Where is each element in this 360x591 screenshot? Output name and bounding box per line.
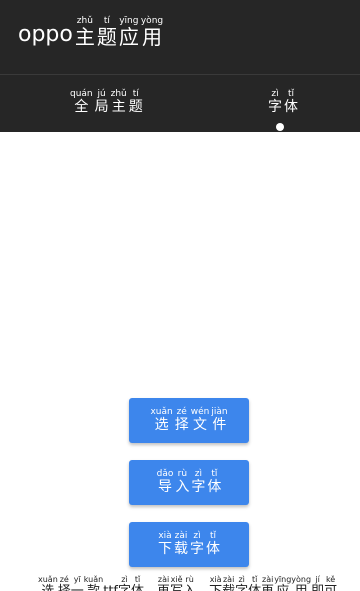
instruction-char: 应yīng xyxy=(274,575,292,591)
instruction-char: 写xiě xyxy=(170,575,184,591)
select-file-button[interactable]: 选xuǎn 择zé 文wén 件jiàn xyxy=(129,398,249,443)
tab-label-char: 局jú xyxy=(94,89,109,115)
tab-label-char: 题tí xyxy=(128,89,143,115)
instruction-char: 可kě xyxy=(324,575,338,591)
selected-tab-indicator xyxy=(276,123,284,131)
instruction-char: 择zé xyxy=(57,575,71,591)
tab-label-char: 体tǐ xyxy=(284,89,298,115)
instruction-char: 款kuǎn xyxy=(83,575,104,591)
button-label-char: 字zì xyxy=(190,531,204,557)
instruction-char: 一yī xyxy=(70,575,84,591)
app-header: oppo 主zhǔ 题tí 应yīng 用yòng xyxy=(0,0,360,74)
button-label-char: 导dǎo xyxy=(156,469,174,495)
instruction-char: 体tǐ xyxy=(131,575,145,591)
app-title-char: 用yòng xyxy=(140,16,164,49)
button-label-char: 文wén xyxy=(190,407,210,433)
button-label-char: 下xià xyxy=(158,531,172,557)
tab-bar: 全quán局jú主zhǔ题tí 字zì体tǐ xyxy=(0,74,360,132)
import-font-button[interactable]: 导dǎo 入rù 字zì 体tǐ xyxy=(129,460,249,505)
instruction-char: ttf xyxy=(103,584,118,591)
instruction-char: 再zài xyxy=(261,575,275,591)
instruction-char: 用yòng xyxy=(291,575,312,591)
instruction-text: 选xuǎn择zé一yī款kuǎnttf字zì体tǐ，再zài写xiě入rù，下x… xyxy=(38,575,360,591)
tab-font[interactable]: 字zì体tǐ xyxy=(267,89,299,116)
instruction-char: ， xyxy=(196,584,209,591)
app-title-char: 应yīng xyxy=(118,16,139,49)
instruction-char: 体tǐ xyxy=(248,575,262,591)
instruction-char: 即jí xyxy=(311,575,325,591)
button-label-char: 择zé xyxy=(174,407,189,433)
tab-global-theme[interactable]: 全quán局jú主zhǔ题tí xyxy=(69,89,144,116)
instruction-char: 字zì xyxy=(235,575,249,591)
tab-label-char: 全quán xyxy=(70,89,93,115)
instruction-char: 下xià xyxy=(209,575,223,591)
instruction-char: 再zài xyxy=(157,575,171,591)
button-label-char: 入rù xyxy=(175,469,190,495)
button-label-char: 体tǐ xyxy=(207,469,222,495)
button-label-char: 载zài xyxy=(174,531,188,557)
instruction-char: 选xuǎn xyxy=(38,575,58,591)
app-title-char: 主zhǔ xyxy=(74,16,95,49)
button-label-char: 件jiàn xyxy=(211,407,228,433)
button-label-char: 字zì xyxy=(191,469,206,495)
instruction-char: 入rù xyxy=(183,575,197,591)
download-font-button[interactable]: 下xià 载zài 字zì 体tǐ xyxy=(129,522,249,567)
instruction-char: 载zài xyxy=(222,575,236,591)
button-label-char: 选xuǎn xyxy=(150,407,173,433)
button-label-char: 体tǐ xyxy=(206,531,220,557)
instruction-char: 字zì xyxy=(118,575,132,591)
app-title-char: 题tí xyxy=(96,16,117,49)
app-title: oppo 主zhǔ 题tí 应yīng 用yòng xyxy=(18,16,164,49)
tab-label-char: 主zhǔ xyxy=(110,89,127,115)
app-brand-name: oppo xyxy=(18,22,73,47)
tab-label-char: 字zì xyxy=(268,89,282,115)
instruction-char: ， xyxy=(144,584,157,591)
